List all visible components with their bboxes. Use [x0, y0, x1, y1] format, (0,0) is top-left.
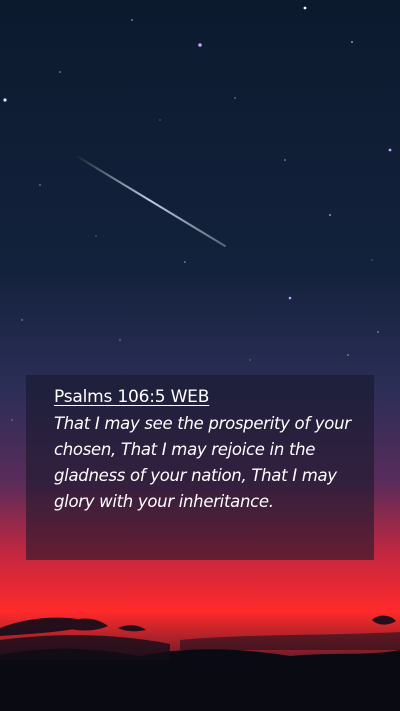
sky-gradient [0, 0, 400, 711]
verse-text: That I may see the prosperity of your ch… [54, 414, 351, 511]
verse-card: Psalms 106:5 WEB That I may see the pros… [26, 375, 374, 560]
verse-reference: Psalms 106:5 WEB [54, 387, 210, 407]
night-sky-wallpaper [0, 0, 400, 711]
